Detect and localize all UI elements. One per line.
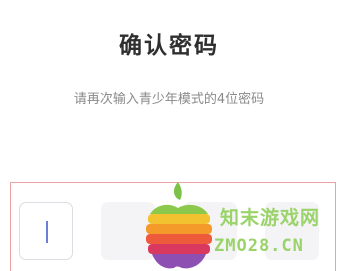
watermark-logo-icon xyxy=(146,182,212,269)
text-cursor xyxy=(46,221,48,243)
page-title: 确认密码 xyxy=(119,33,219,59)
watermark-text-en: ZMO28.CN xyxy=(214,236,304,256)
watermark-text-cn: 知末游戏网 xyxy=(220,207,321,229)
pin-digit-1[interactable] xyxy=(19,202,73,260)
page-subtitle: 请再次输入青少年模式的4位密码 xyxy=(73,92,265,107)
